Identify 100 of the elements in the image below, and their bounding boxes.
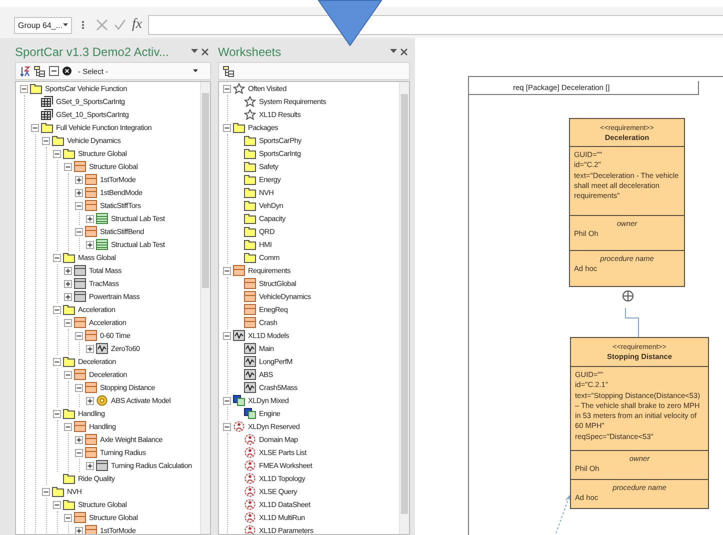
tree-toggle[interactable]: [53, 410, 61, 418]
requirement-icon: [233, 265, 245, 276]
requirement-icon: [74, 421, 86, 432]
requirement-icon: [85, 525, 97, 534]
folder-icon: [63, 252, 75, 263]
sort-icon[interactable]: [20, 66, 31, 76]
requirement-icon: [244, 291, 256, 302]
tree-toggle[interactable]: [75, 202, 83, 210]
tree-icon[interactable]: [223, 66, 235, 76]
circle-icon[interactable]: [62, 66, 72, 76]
table-icon: [96, 239, 108, 250]
tree-toggle[interactable]: [86, 344, 94, 352]
check-icon[interactable]: [114, 19, 126, 31]
waveform-icon: [233, 330, 245, 341]
tree-toggle[interactable]: [64, 292, 72, 300]
tree-toggle[interactable]: [75, 436, 83, 444]
formula-field[interactable]: [148, 15, 723, 35]
requirement-block[interactable]: [570, 337, 709, 509]
folder-icon: [233, 122, 245, 133]
insert-function-button[interactable]: fx: [132, 17, 142, 33]
tree-toggle[interactable]: [223, 84, 231, 92]
stacked-squares-icon: [244, 408, 256, 419]
requirement-icon: [85, 174, 97, 185]
tree-toggle[interactable]: [223, 124, 231, 132]
tree-toggle[interactable]: [20, 84, 28, 92]
waveform-icon: [244, 343, 256, 354]
person-icon: [244, 460, 256, 471]
tree-toggle[interactable]: [75, 176, 83, 184]
folder-icon: [244, 213, 256, 224]
folder-icon: [244, 226, 256, 237]
star-icon: [244, 96, 256, 107]
tree-toggle[interactable]: [42, 136, 50, 144]
tree-toggle[interactable]: [223, 332, 231, 340]
dropdown-icon[interactable]: [191, 49, 198, 54]
tree-toggle[interactable]: [64, 280, 72, 288]
caret-icon: [193, 69, 198, 73]
tree-toggle[interactable]: [64, 162, 72, 170]
person-icon: [244, 512, 256, 523]
dropdown-icon[interactable]: [390, 49, 397, 54]
person-icon: [233, 421, 245, 432]
requirement-icon: [74, 317, 86, 328]
tree-toggle[interactable]: [64, 266, 72, 274]
name-box[interactable]: Group 64_...: [14, 16, 72, 34]
requirement-icon: [85, 434, 97, 445]
collapse-icon[interactable]: [49, 66, 59, 76]
tree-toggle[interactable]: [64, 422, 72, 430]
person-icon: [244, 473, 256, 484]
folder-icon: [244, 187, 256, 198]
folder-icon: [52, 486, 64, 497]
block-icon: [74, 265, 86, 276]
tree-toggle[interactable]: [75, 228, 83, 236]
requirement-icon: [74, 512, 86, 523]
block-icon: [74, 291, 86, 302]
folder-icon: [63, 148, 75, 159]
tree-toggle[interactable]: [53, 254, 61, 262]
person-icon: [244, 447, 256, 458]
waveform-icon: [244, 369, 256, 380]
tree-toggle[interactable]: [223, 422, 231, 430]
folder-icon: [30, 83, 42, 94]
gear-icon: [96, 395, 108, 406]
tree-toggle[interactable]: [53, 358, 61, 366]
tree-toggle[interactable]: [75, 448, 83, 456]
tree-toggle[interactable]: [42, 488, 50, 496]
down-pointer-drawing: [318, 0, 382, 46]
tree-toggle[interactable]: [86, 214, 94, 222]
tree-toggle[interactable]: [86, 240, 94, 248]
tree-toggle[interactable]: [64, 514, 72, 522]
requirement-icon: [85, 200, 97, 211]
tree-toggle[interactable]: [53, 306, 61, 314]
scrollbar[interactable]: [399, 82, 409, 534]
tree-toggle[interactable]: [53, 150, 61, 158]
requirement-icon: [85, 226, 97, 237]
requirement-icon: [244, 278, 256, 289]
tree-toggle[interactable]: [75, 332, 83, 340]
tree-icon[interactable]: [34, 66, 46, 76]
tree-toggle[interactable]: [75, 188, 83, 196]
tree-toggle[interactable]: [64, 370, 72, 378]
tree-toggle[interactable]: [223, 266, 231, 274]
folder-icon: [41, 122, 53, 133]
requirement-icon: [74, 161, 86, 172]
folder-icon: [52, 135, 64, 146]
block-icon: [96, 460, 108, 471]
tree-toggle[interactable]: [31, 124, 39, 132]
tree-toggle[interactable]: [86, 462, 94, 470]
requirement-icon: [85, 330, 97, 341]
folder-icon: [244, 148, 256, 159]
tree-toggle[interactable]: [64, 318, 72, 326]
tree-toggle[interactable]: [75, 384, 83, 392]
tree-toggle[interactable]: [75, 526, 83, 534]
folder-icon: [63, 356, 75, 367]
folder-icon: [244, 200, 256, 211]
tree-toggle[interactable]: [53, 500, 61, 508]
close-icon[interactable]: [400, 48, 408, 56]
tree-toggle[interactable]: [223, 396, 231, 404]
dependency-arrow: [556, 494, 571, 534]
person-icon: [244, 486, 256, 497]
tree-toggle[interactable]: [86, 396, 94, 404]
scrollbar[interactable]: [200, 82, 210, 534]
close-icon[interactable]: [201, 48, 209, 56]
requirement-icon: [85, 187, 97, 198]
